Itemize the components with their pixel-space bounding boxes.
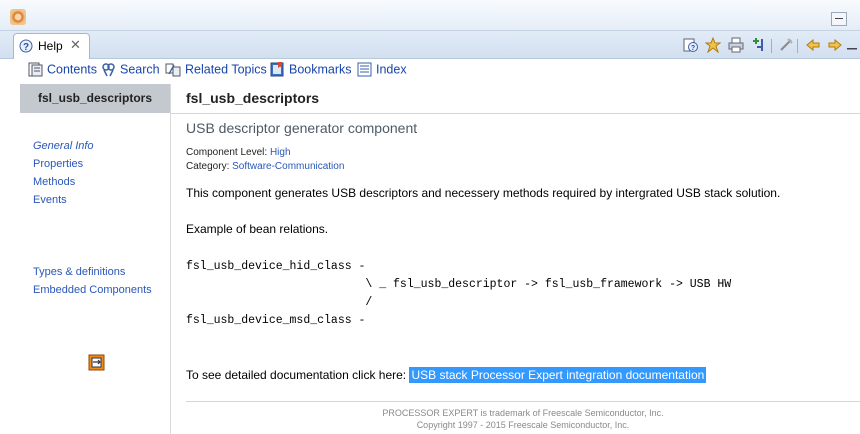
- category-link[interactable]: Software-Communication: [232, 161, 344, 172]
- sidebar-link-events[interactable]: Events: [33, 194, 67, 206]
- code-line: /: [186, 296, 373, 309]
- component-level-label: Component Level:: [186, 147, 268, 158]
- view-tab-strip: ? Help ✕ ?: [0, 31, 860, 59]
- nav-bookmarks[interactable]: Bookmarks: [270, 62, 352, 79]
- component-icon[interactable]: [88, 354, 105, 371]
- code-line: \ _ fsl_usb_descriptor -> fsl_usb_framew…: [186, 278, 732, 291]
- nav-search-label: Search: [120, 62, 160, 77]
- help-navigation-bar: Contents Search Related Topics Bookmarks…: [0, 59, 860, 82]
- footer-copyright: Copyright 1997 - 2015 Freescale Semicond…: [416, 420, 630, 430]
- forward-arrow-icon[interactable]: [827, 37, 843, 53]
- search-icon: [102, 63, 115, 77]
- sidebar-link-types-definitions[interactable]: Types & definitions: [33, 266, 125, 278]
- collapse-all-icon[interactable]: [751, 37, 767, 53]
- sidebar-link-general-info[interactable]: General Info: [33, 140, 94, 152]
- component-level: Component Level: High: [186, 147, 291, 158]
- nav-contents-label: Contents: [47, 62, 98, 77]
- sidebar-link-properties[interactable]: Properties: [33, 158, 83, 170]
- sidebar-link-embedded-components[interactable]: Embedded Components: [33, 284, 152, 296]
- page-title: fsl_usb_descriptors: [186, 90, 320, 106]
- component-tab[interactable]: fsl_usb_descriptors: [20, 84, 170, 113]
- nav-related-topics[interactable]: Related Topics: [165, 62, 267, 79]
- component-category: Category: Software-Communication: [186, 161, 344, 172]
- index-icon: [357, 62, 372, 77]
- component-subtitle: USB descriptor generator component: [186, 120, 418, 136]
- category-label: Category:: [186, 161, 230, 172]
- show-in-contents-icon[interactable]: ?: [683, 37, 699, 53]
- bookmarks-icon: [270, 62, 284, 77]
- highlight-search-icon[interactable]: [705, 37, 721, 53]
- link-with-contents-icon[interactable]: [778, 37, 794, 53]
- example-heading: Example of bean relations.: [186, 222, 329, 236]
- app-icon: [10, 9, 26, 25]
- sidebar-link-methods[interactable]: Methods: [33, 176, 75, 188]
- footer-divider: [186, 401, 860, 402]
- component-description: This component generates USB descriptors…: [186, 186, 781, 200]
- documentation-prefix: To see detailed documentation click here…: [186, 368, 407, 382]
- contents-icon: [28, 62, 43, 77]
- footer-trademark: PROCESSOR EXPERT is trademark of Freesca…: [382, 408, 664, 418]
- documentation-line: To see detailed documentation click here…: [186, 367, 707, 383]
- component-sidebar: fsl_usb_descriptors General Info Propert…: [20, 84, 171, 434]
- close-icon[interactable]: ✕: [70, 37, 81, 53]
- toolbar-separator: [797, 39, 798, 53]
- back-arrow-icon[interactable]: [805, 37, 821, 53]
- nav-contents[interactable]: Contents: [28, 62, 97, 79]
- code-line: fsl_usb_device_hid_class -: [186, 260, 366, 273]
- title-divider: [171, 113, 860, 114]
- help-icon: ?: [19, 39, 33, 53]
- help-content: fsl_usb_descriptors USB descriptor gener…: [171, 84, 860, 434]
- tab-label: Help: [38, 39, 63, 53]
- nav-search[interactable]: Search: [101, 62, 160, 79]
- view-menu-icon[interactable]: [844, 37, 860, 53]
- nav-related-topics-label: Related Topics: [185, 62, 267, 77]
- svg-text:?: ?: [23, 42, 29, 53]
- toolbar-separator: [771, 39, 772, 53]
- print-icon[interactable]: [728, 37, 744, 53]
- code-line: fsl_usb_device_msd_class -: [186, 314, 366, 327]
- minimize-button[interactable]: [831, 12, 847, 26]
- nav-index[interactable]: Index: [357, 62, 407, 79]
- related-topics-icon: [165, 63, 181, 77]
- component-level-link[interactable]: High: [270, 147, 291, 158]
- nav-index-label: Index: [376, 62, 407, 77]
- nav-bookmarks-label: Bookmarks: [289, 62, 352, 77]
- documentation-link[interactable]: USB stack Processor Expert integration d…: [409, 367, 707, 383]
- svg-text:?: ?: [691, 45, 695, 52]
- tab-help[interactable]: ? Help ✕: [13, 33, 90, 59]
- window-title-bar: [0, 0, 860, 31]
